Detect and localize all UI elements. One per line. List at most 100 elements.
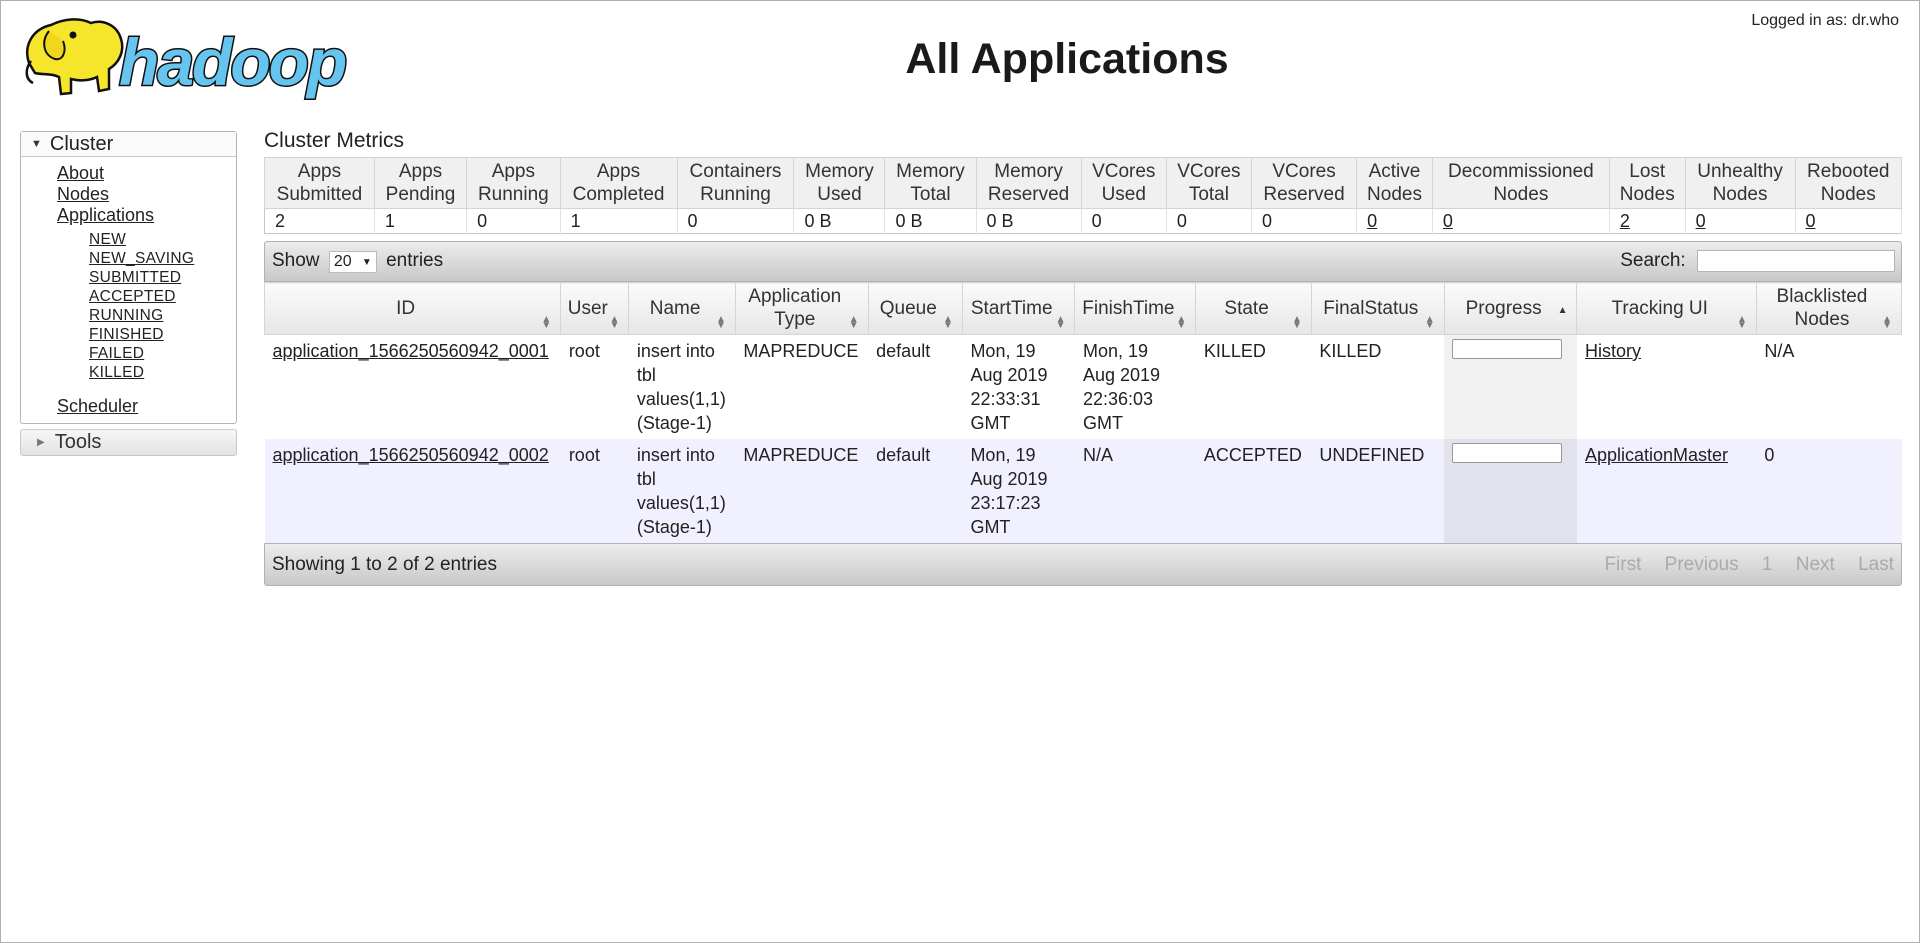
cell-tracking-ui: ApplicationMaster <box>1576 439 1757 543</box>
metrics-header-apps-pending: Apps Pending <box>373 157 468 209</box>
metric-apps-completed: 1 <box>560 208 678 234</box>
cell-finish-time: N/A <box>1074 439 1196 543</box>
sort-icon: ▲ ▼ <box>848 314 859 331</box>
progress-bar <box>1452 443 1563 463</box>
metrics-header-vcores-reserved: VCores Reserved <box>1250 157 1358 209</box>
pagination: First Previous 1 Next Last <box>1586 554 1894 576</box>
unhealthy-nodes-link[interactable]: 0 <box>1696 211 1706 231</box>
col-header-final-status[interactable]: FinalStatus ▲ ▼ <box>1310 282 1445 335</box>
active-nodes-link[interactable]: 0 <box>1367 211 1377 231</box>
nav-link-state-new[interactable]: NEW <box>89 231 126 248</box>
cell-queue: default <box>868 334 963 439</box>
metrics-header-memory-total: Memory Total <box>884 157 977 209</box>
cell-id: application_1566250560942_0002 <box>264 439 561 543</box>
col-header-tracking-ui[interactable]: Tracking UI ▲ ▼ <box>1576 282 1757 335</box>
nav-link-state-killed[interactable]: KILLED <box>89 364 144 381</box>
cell-application-type: MAPREDUCE <box>735 334 869 439</box>
metrics-header-vcores-total: VCores Total <box>1165 157 1252 209</box>
pager-last-button[interactable]: Last <box>1858 554 1894 575</box>
metrics-header-containers-running: Containers Running <box>676 157 795 209</box>
cluster-section-header[interactable]: ▼ Cluster <box>21 132 236 157</box>
cell-user: root <box>560 334 629 439</box>
table-footer: Showing 1 to 2 of 2 entries First Previo… <box>264 543 1902 586</box>
nav-link-state-new-saving[interactable]: NEW_SAVING <box>89 250 194 267</box>
tools-section-label: Tools <box>54 431 102 453</box>
nav-link-nodes[interactable]: Nodes <box>57 184 109 204</box>
col-header-finish-time[interactable]: FinishTime ▲ ▼ <box>1074 282 1197 335</box>
cell-progress <box>1444 439 1577 543</box>
sort-ascending-icon: ▲ <box>1557 305 1568 316</box>
col-header-id[interactable]: ID ▲ ▼ <box>263 282 562 335</box>
metrics-header-row: Apps Submitted Apps Pending Apps Running Ap… <box>264 157 1902 209</box>
cell-id: application_1566250560942_0001 <box>264 334 561 439</box>
metrics-header-vcores-used: VCores Used <box>1080 157 1167 209</box>
col-header-queue[interactable]: Queue ▲ ▼ <box>867 282 963 335</box>
tools-section-header[interactable]: ▶ Tools <box>20 429 237 456</box>
nav-link-state-finished[interactable]: FINISHED <box>89 326 164 343</box>
cell-state: ACCEPTED <box>1195 439 1312 543</box>
col-header-start-time[interactable]: StartTime ▲ ▼ <box>961 282 1076 335</box>
col-header-progress[interactable]: Progress ▲ <box>1443 282 1578 335</box>
expand-triangle-icon: ▶ <box>37 437 45 448</box>
pager-first-button[interactable]: First <box>1604 554 1641 575</box>
metric-active-nodes: 0 <box>1356 208 1433 234</box>
table-toolbar: Show 20 ▼ entries Search: <box>264 241 1902 282</box>
nav-link-state-running[interactable]: RUNNING <box>89 307 163 324</box>
nav-link-applications[interactable]: Applications <box>57 205 154 225</box>
metric-memory-reserved: 0 B <box>976 208 1082 234</box>
entries-select[interactable]: 20 ▼ <box>328 251 377 273</box>
sort-icon: ▲ ▼ <box>715 314 726 331</box>
pager-next-button[interactable]: Next <box>1796 554 1835 575</box>
applications-table: ID ▲ ▼ User ▲ ▼ Name ▲ ▼ Application Type ▲ ▼ Que… <box>263 282 1903 543</box>
cell-blacklisted-nodes: 0 <box>1756 439 1902 543</box>
show-label: Show <box>272 250 320 271</box>
col-header-user[interactable]: User ▲ ▼ <box>560 282 630 335</box>
rebooted-nodes-link[interactable]: 0 <box>1806 211 1816 231</box>
nav-link-state-accepted[interactable]: ACCEPTED <box>89 288 176 305</box>
nav-link-about[interactable]: About <box>57 163 104 183</box>
application-id-link[interactable]: application_1566250560942_0002 <box>273 445 549 465</box>
metric-apps-submitted: 2 <box>264 208 375 234</box>
metric-apps-pending: 1 <box>374 208 468 234</box>
col-header-state[interactable]: State ▲ ▼ <box>1195 282 1312 335</box>
metrics-value-row: 2 1 0 1 0 0 B 0 B 0 B 0 0 0 0 0 2 0 0 <box>264 208 1902 234</box>
pager-previous-button[interactable]: Previous <box>1665 554 1739 575</box>
lost-nodes-link[interactable]: 2 <box>1620 211 1630 231</box>
search-input[interactable] <box>1697 250 1895 273</box>
cell-user: root <box>560 439 629 543</box>
cell-name: insert into tbl values(1,1) (Stage-1) <box>628 334 736 439</box>
sort-icon: ▲ ▼ <box>1882 314 1892 331</box>
nav-link-state-submitted[interactable]: SUBMITTED <box>89 269 181 286</box>
progress-bar <box>1452 339 1563 359</box>
cluster-section-label: Cluster <box>49 132 114 155</box>
decommissioned-nodes-link[interactable]: 0 <box>1443 211 1453 231</box>
cell-state: KILLED <box>1195 334 1312 439</box>
tracking-ui-link[interactable]: History <box>1585 341 1641 361</box>
nav-link-state-failed[interactable]: FAILED <box>89 345 144 362</box>
sort-icon: ▲ ▼ <box>1055 314 1066 331</box>
app-state-list: NEW NEW_SAVING SUBMITTED ACCEPTED RUNNIN… <box>57 230 236 382</box>
tracking-ui-link[interactable]: ApplicationMaster <box>1585 445 1728 465</box>
col-header-name[interactable]: Name ▲ ▼ <box>628 282 736 335</box>
search-label: Search: <box>1620 250 1686 272</box>
cell-finish-time: Mon, 19 Aug 2019 22:36:03 GMT <box>1074 334 1196 439</box>
col-header-application-type[interactable]: Application Type ▲ ▼ <box>734 282 869 335</box>
metrics-header-apps-submitted: Apps Submitted <box>264 157 375 209</box>
metric-memory-used: 0 B <box>793 208 886 234</box>
sort-icon: ▲ ▼ <box>1424 314 1435 331</box>
cell-application-type: MAPREDUCE <box>735 439 869 543</box>
cell-blacklisted-nodes: N/A <box>1756 334 1902 439</box>
metrics-header-lost-nodes: Lost Nodes <box>1608 157 1686 209</box>
apps-header-row: ID ▲ ▼ User ▲ ▼ Name ▲ ▼ Application Type ▲ ▼ Que… <box>263 282 1903 335</box>
search-control: Search: <box>1620 250 1895 273</box>
metric-vcores-used: 0 <box>1081 208 1167 234</box>
application-id-link[interactable]: application_1566250560942_0001 <box>273 341 549 361</box>
nav-link-scheduler[interactable]: Scheduler <box>57 396 138 416</box>
pager-page-1-button[interactable]: 1 <box>1762 554 1773 575</box>
metrics-header-unhealthy-nodes: Unhealthy Nodes <box>1684 157 1796 209</box>
metrics-header-rebooted-nodes: Rebooted Nodes <box>1794 157 1902 209</box>
col-header-blacklisted-nodes[interactable]: Blacklisted Nodes ▲ ▼ <box>1755 282 1903 335</box>
login-info: Logged in as: dr.who <box>1751 12 1899 29</box>
entries-control: Show 20 ▼ entries <box>272 250 443 273</box>
sort-icon: ▲ ▼ <box>609 314 620 331</box>
